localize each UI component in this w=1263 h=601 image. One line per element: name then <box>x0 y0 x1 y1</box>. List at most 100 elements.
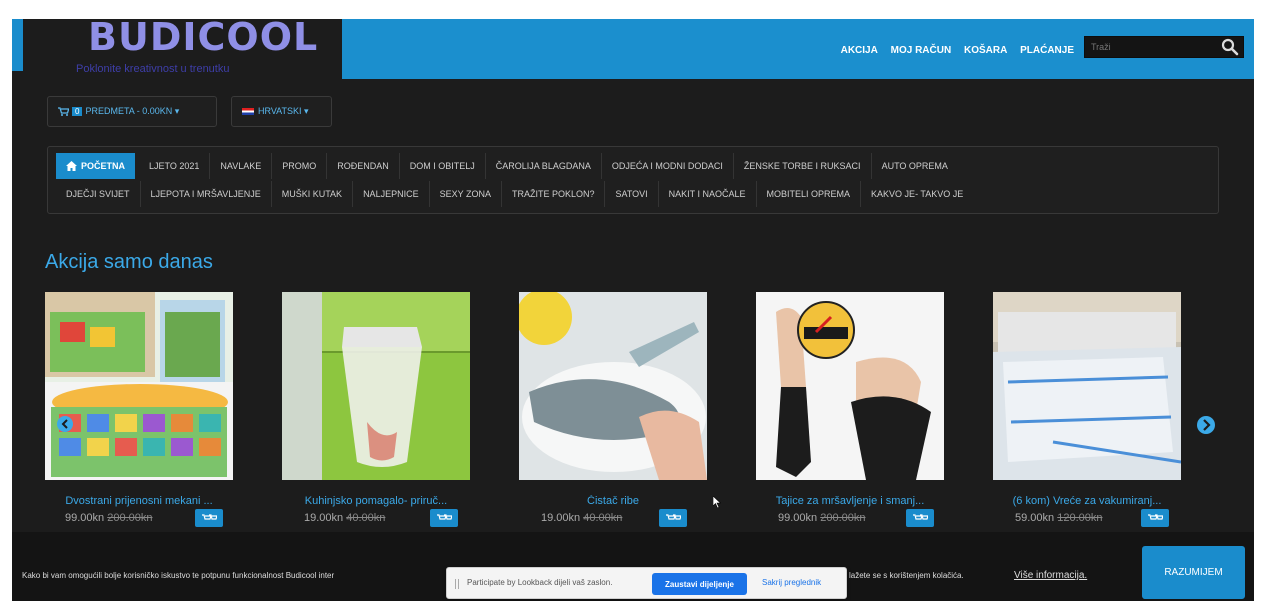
top-nav: AKCIJA MOJ RAČUN KOŠARA PLAĆANJE <box>12 45 1074 56</box>
category-naljepnice[interactable]: NALJEPNICE <box>353 181 430 207</box>
category-row-2: DJEČJI SVIJET LJEPOTA I MRŠAVLJENJE MUŠK… <box>56 181 1210 207</box>
product-price-row: 99.00kn 200.00kn <box>45 508 233 528</box>
category-ljeto-2021[interactable]: LJETO 2021 <box>139 153 211 179</box>
product-price: 19.00kn 40.00kn <box>304 512 385 524</box>
carousel-prev-button[interactable] <box>57 416 73 432</box>
product-name[interactable]: Kuhinjsko pomagalo- priruč... <box>282 495 470 507</box>
page: BUDICOOL Poklonite kreativnost u trenutk… <box>12 19 1254 601</box>
croatia-flag-icon <box>242 108 254 115</box>
cart-summary: PREDMETA - 0.00KN ▾ <box>85 106 180 116</box>
cart-icon <box>1148 513 1163 520</box>
category-dom-i-obitelj[interactable]: DOM I OBITELJ <box>400 153 486 179</box>
language-dropdown[interactable]: HRVATSKI ▾ <box>231 96 332 127</box>
search-input[interactable] <box>1085 37 1210 57</box>
product-image[interactable] <box>519 292 707 480</box>
screen-share-bar: Participate by Lookback dijeli vaš zaslo… <box>446 567 847 599</box>
cookie-text: Kako bi vam omogućili bolje korisničko i… <box>22 571 335 580</box>
category-carolija-blagdana[interactable]: ČAROLIJA BLAGDANA <box>486 153 602 179</box>
add-to-cart-button[interactable] <box>1141 509 1169 527</box>
product-card: Kuhinjsko pomagalo- priruč... 19.00kn 40… <box>282 292 470 528</box>
section-title: Akcija samo danas <box>45 251 213 273</box>
category-kakvo-je[interactable]: KAKVO JE- TAKVO JE <box>861 181 973 207</box>
price-current: 19.00kn <box>304 512 344 524</box>
product-image[interactable] <box>282 292 470 480</box>
category-row-1: POČETNA LJETO 2021 NAVLAKE PROMO ROĐENDA… <box>56 153 1210 179</box>
product-name[interactable]: (6 kom) Vreće za vakumiranj... <box>993 495 1181 507</box>
price-old: 200.00kn <box>820 512 866 524</box>
category-mobiteli[interactable]: MOBITELI OPREMA <box>757 181 862 207</box>
cart-dropdown[interactable]: 0 PREDMETA - 0.00KN ▾ <box>47 96 217 127</box>
category-nakit[interactable]: NAKIT I NAOČALE <box>659 181 757 207</box>
product-card: (6 kom) Vreće za vakumiranj... 59.00kn 1… <box>993 292 1181 528</box>
product-image[interactable] <box>45 292 233 480</box>
product-price: 99.00kn 200.00kn <box>778 512 865 524</box>
category-auto-oprema[interactable]: AUTO OPREMA <box>872 153 958 179</box>
logo-tagline: Poklonite kreativnost u trenutku <box>76 63 230 75</box>
cart-icon <box>913 513 928 520</box>
top-nav-akcija[interactable]: AKCIJA <box>841 45 878 56</box>
stop-sharing-button[interactable]: Zaustavi dijeljenje <box>652 573 747 595</box>
category-pocetna[interactable]: POČETNA <box>56 153 136 179</box>
accept-cookies-button[interactable]: RAZUMIJEM <box>1142 546 1245 599</box>
product-name[interactable]: Tajice za mršavljenje i smanj... <box>756 495 944 507</box>
category-trazite-poklon[interactable]: TRAŽITE POKLON? <box>502 181 606 207</box>
top-nav-kosara[interactable]: KOŠARA <box>964 45 1007 56</box>
category-djecji-svijet[interactable]: DJEČJI SVIJET <box>56 181 141 207</box>
mouse-cursor-icon <box>713 496 721 508</box>
product-card: Tajice za mršavljenje i smanj... 99.00kn… <box>756 292 944 528</box>
price-old: 40.00kn <box>583 512 623 524</box>
cart-icon <box>437 513 452 520</box>
chevron-left-icon <box>61 419 68 429</box>
add-to-cart-button[interactable] <box>430 509 458 527</box>
price-current: 99.00kn <box>778 512 818 524</box>
product-image[interactable] <box>756 292 944 480</box>
category-zenske-torbe[interactable]: ŽENSKE TORBE I RUKSACI <box>734 153 872 179</box>
cart-count-badge: 0 <box>72 107 83 116</box>
carousel-next-button[interactable] <box>1197 416 1215 434</box>
price-current: 19.00kn <box>541 512 581 524</box>
price-current: 99.00kn <box>65 512 105 524</box>
price-old: 120.00kn <box>1057 512 1103 524</box>
product-price-row: 19.00kn 40.00kn <box>519 508 707 528</box>
product-price-row: 99.00kn 200.00kn <box>756 508 944 528</box>
category-muski-kutak[interactable]: MUŠKI KUTAK <box>272 181 354 207</box>
product-name[interactable]: Čistač ribe <box>519 495 707 507</box>
product-price-row: 19.00kn 40.00kn <box>282 508 470 528</box>
category-satovi[interactable]: SATOVI <box>605 181 659 207</box>
search-icon <box>1221 38 1239 56</box>
price-old: 40.00kn <box>346 512 386 524</box>
language-label: HRVATSKI ▾ <box>258 106 309 116</box>
cart-icon <box>58 107 69 116</box>
more-info-link[interactable]: Više informacija. <box>1014 570 1087 581</box>
category-promo[interactable]: PROMO <box>272 153 328 179</box>
search-button[interactable] <box>1221 38 1241 56</box>
home-icon <box>66 161 77 171</box>
add-to-cart-button[interactable] <box>906 509 934 527</box>
product-price-row: 59.00kn 120.00kn <box>993 508 1181 528</box>
product-image[interactable] <box>993 292 1181 480</box>
category-odjeca[interactable]: ODJEĆA I MODNI DODACI <box>602 153 734 179</box>
cart-icon <box>666 513 681 520</box>
screen-share-text: Participate by Lookback dijeli vaš zaslo… <box>467 578 613 587</box>
add-to-cart-button[interactable] <box>659 509 687 527</box>
hide-browser-link[interactable]: Sakrij preglednik <box>762 578 821 587</box>
category-navlake[interactable]: NAVLAKE <box>210 153 273 179</box>
product-name[interactable]: Dvostrani prijenosni mekani ... <box>45 495 233 507</box>
product-price: 19.00kn 40.00kn <box>541 512 622 524</box>
category-sexy-zona[interactable]: SEXY ZONA <box>430 181 502 207</box>
cart-icon <box>202 513 217 520</box>
product-card: Dvostrani prijenosni mekani ... 99.00kn … <box>45 292 233 528</box>
product-price: 99.00kn 200.00kn <box>65 512 152 524</box>
chevron-right-icon <box>1203 419 1211 431</box>
top-nav-placanje[interactable]: PLAĆANJE <box>1020 45 1074 56</box>
category-rodendan[interactable]: ROĐENDAN <box>327 153 400 179</box>
category-ljepota[interactable]: LJEPOTA I MRŠAVLJENJE <box>141 181 272 207</box>
top-nav-moj-racun[interactable]: MOJ RAČUN <box>891 45 952 56</box>
category-label: POČETNA <box>81 161 126 171</box>
search-box <box>1084 36 1244 58</box>
drag-handle-icon[interactable] <box>455 579 459 589</box>
price-old: 200.00kn <box>107 512 153 524</box>
price-current: 59.00kn <box>1015 512 1055 524</box>
product-card: Čistač ribe 19.00kn 40.00kn <box>519 292 707 528</box>
add-to-cart-button[interactable] <box>195 509 223 527</box>
